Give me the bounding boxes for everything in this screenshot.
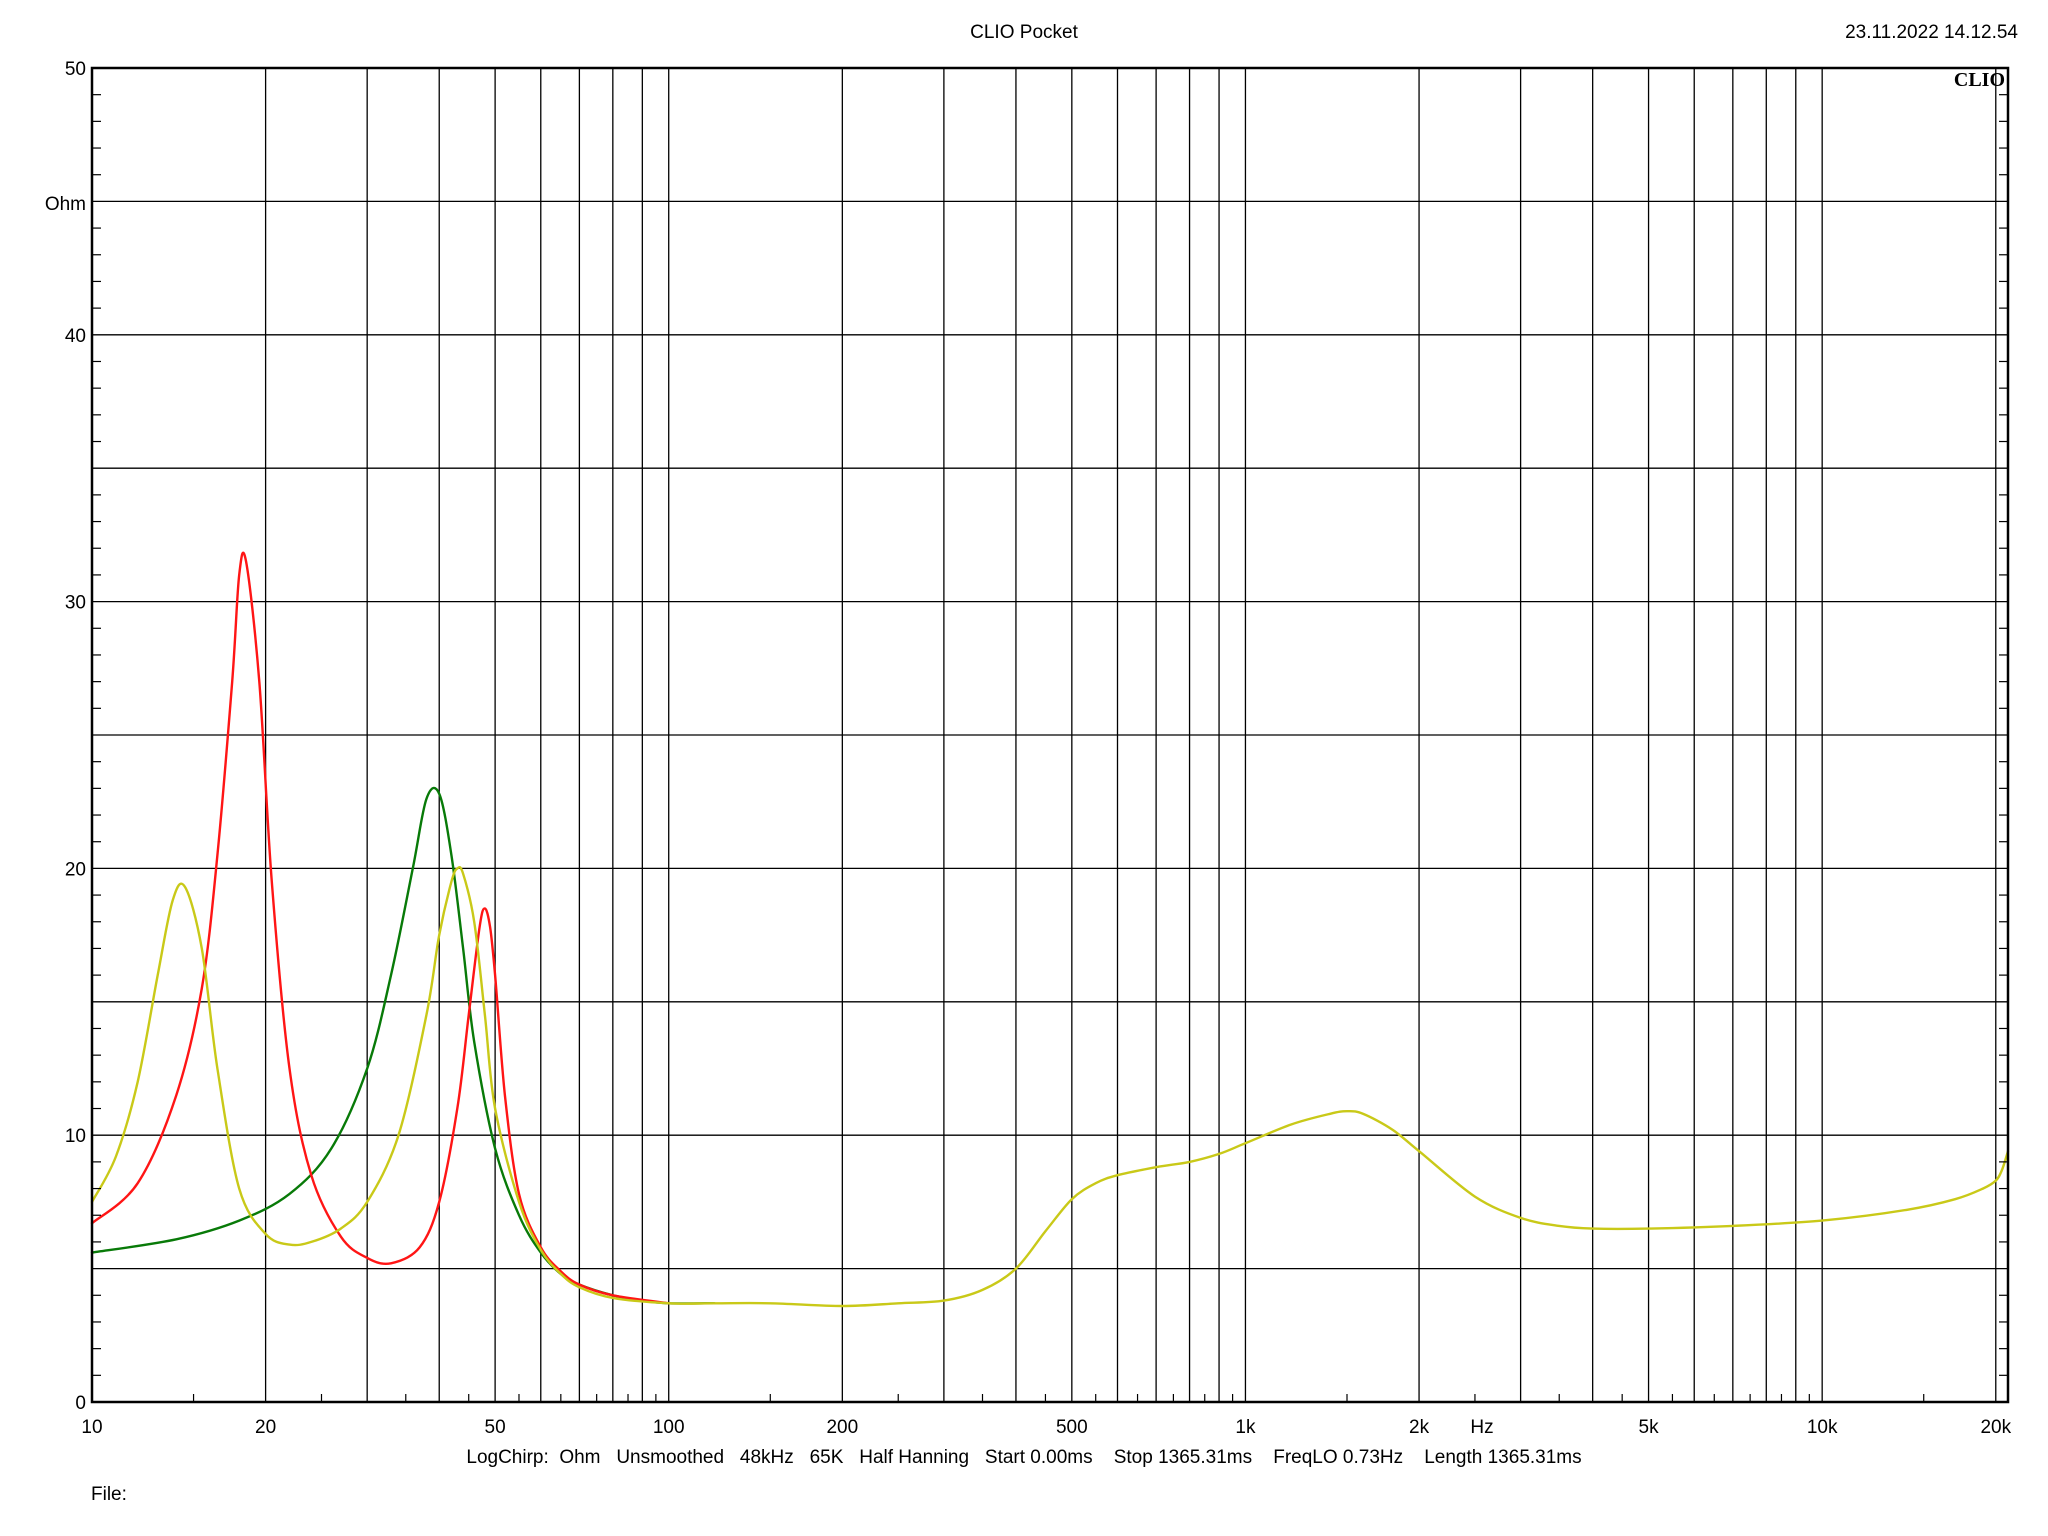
x-tick-label: 200: [826, 1417, 858, 1438]
x-tick-label: 1k: [1235, 1417, 1256, 1438]
y-tick-label: 40: [65, 326, 86, 347]
axis-labels: 0 10 20 30 40 50 10 20 50 100 200 500 1k 2k 5k 10k 20k: [65, 59, 2012, 1438]
measurement-settings: LogChirp: Ohm Unsmoothed 48kHz 65K Half …: [466, 1447, 1582, 1468]
y-tick-label: 30: [65, 593, 86, 614]
y-unit-label: Ohm: [45, 194, 86, 215]
grid: [92, 68, 2008, 1402]
y-tick-label: 0: [75, 1393, 86, 1414]
series-layer: [90, 551, 2010, 1308]
window-title: CLIO Pocket: [970, 22, 1078, 43]
x-tick-label: 10: [81, 1417, 102, 1438]
x-tick-label: 20: [255, 1417, 276, 1438]
y-tick-label: 10: [65, 1126, 86, 1147]
x-unit-label: Hz: [1470, 1417, 1493, 1438]
file-label: File:: [91, 1484, 127, 1505]
x-tick-label: 500: [1056, 1417, 1088, 1438]
series-line-yellow: [90, 865, 2010, 1308]
x-tick-label: 100: [653, 1417, 685, 1438]
x-tick-label: 10k: [1807, 1417, 1838, 1438]
x-tick-label: 50: [485, 1417, 506, 1438]
clio-logo: CLIO: [1954, 69, 2005, 91]
series-line-red: [90, 551, 670, 1305]
y-tick-label: 50: [65, 59, 86, 80]
series-line-green: [90, 786, 716, 1305]
axis-ticks: [92, 94, 2008, 1402]
impedance-chart: 0 10 20 30 40 50 10 20 50 100 200 500 1k 2k 5k 10k 20k C…: [45, 59, 2012, 1438]
x-tick-label: 5k: [1639, 1417, 1660, 1438]
x-tick-label: 2k: [1409, 1417, 1430, 1438]
x-tick-label: 20k: [1980, 1417, 2011, 1438]
y-tick-label: 20: [65, 859, 86, 880]
timestamp: 23.11.2022 14.12.54: [1845, 22, 2018, 43]
